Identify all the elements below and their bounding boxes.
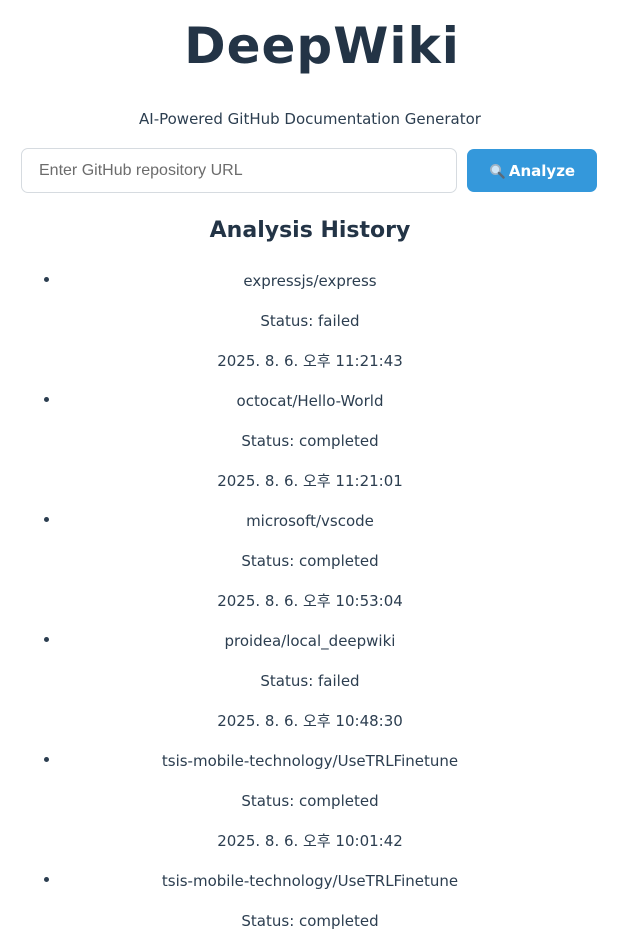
- history-item-status: Status: completed: [241, 912, 379, 930]
- history-item-status: Status: completed: [241, 432, 379, 450]
- history-item-timestamp: 2025. 8. 6. 오후 11:21:43: [217, 352, 403, 370]
- history-item: tsis-mobile-technology/UseTRLFinetune St…: [0, 861, 620, 943]
- history-heading: Analysis History: [209, 218, 411, 243]
- history-item-status: Status: failed: [260, 672, 360, 690]
- bullet-icon: [44, 637, 49, 642]
- history-item: microsoft/vscode Status: completed 2025.…: [0, 501, 620, 621]
- analyze-button[interactable]: Analyze: [467, 149, 597, 192]
- history-item-repo: microsoft/vscode: [246, 512, 374, 530]
- history-item-status: Status: completed: [241, 552, 379, 570]
- history-item-repo: tsis-mobile-technology/UseTRLFinetune: [161, 872, 459, 890]
- analyze-button-label: Analyze: [508, 161, 576, 180]
- history-item: proidea/local_deepwiki Status: failed 20…: [0, 621, 620, 741]
- bullet-icon: [44, 397, 49, 402]
- history-item-status: Status: completed: [241, 792, 379, 810]
- app-subtitle: AI-Powered GitHub Documentation Generato…: [139, 110, 481, 128]
- repository-url-input[interactable]: [21, 148, 457, 193]
- history-item-repo: expressjs/express: [243, 272, 377, 290]
- bullet-icon: [44, 517, 49, 522]
- history-item: tsis-mobile-technology/UseTRLFinetune St…: [0, 741, 620, 861]
- history-list: expressjs/express Status: failed 2025. 8…: [0, 261, 620, 943]
- history-item-timestamp: 2025. 8. 6. 오후 10:53:04: [217, 592, 403, 610]
- history-item-status: Status: failed: [260, 312, 360, 330]
- history-item: octocat/Hello-World Status: completed 20…: [0, 381, 620, 501]
- history-item-timestamp: 2025. 8. 6. 오후 10:01:42: [217, 832, 403, 850]
- history-item-repo: octocat/Hello-World: [236, 392, 384, 410]
- bullet-icon: [44, 757, 49, 762]
- history-item-repo: tsis-mobile-technology/UseTRLFinetune: [161, 752, 459, 770]
- bullet-icon: [44, 277, 49, 282]
- history-item: expressjs/express Status: failed 2025. 8…: [0, 261, 620, 381]
- app-title: DeepWiki: [184, 17, 460, 75]
- history-item-timestamp: 2025. 8. 6. 오후 11:21:01: [217, 472, 403, 490]
- bullet-icon: [44, 877, 49, 882]
- history-item-repo: proidea/local_deepwiki: [224, 632, 396, 650]
- search-bar: Analyze: [21, 148, 597, 193]
- history-item-timestamp: 2025. 8. 6. 오후 10:48:30: [217, 712, 403, 730]
- magnifier-icon: [489, 163, 505, 179]
